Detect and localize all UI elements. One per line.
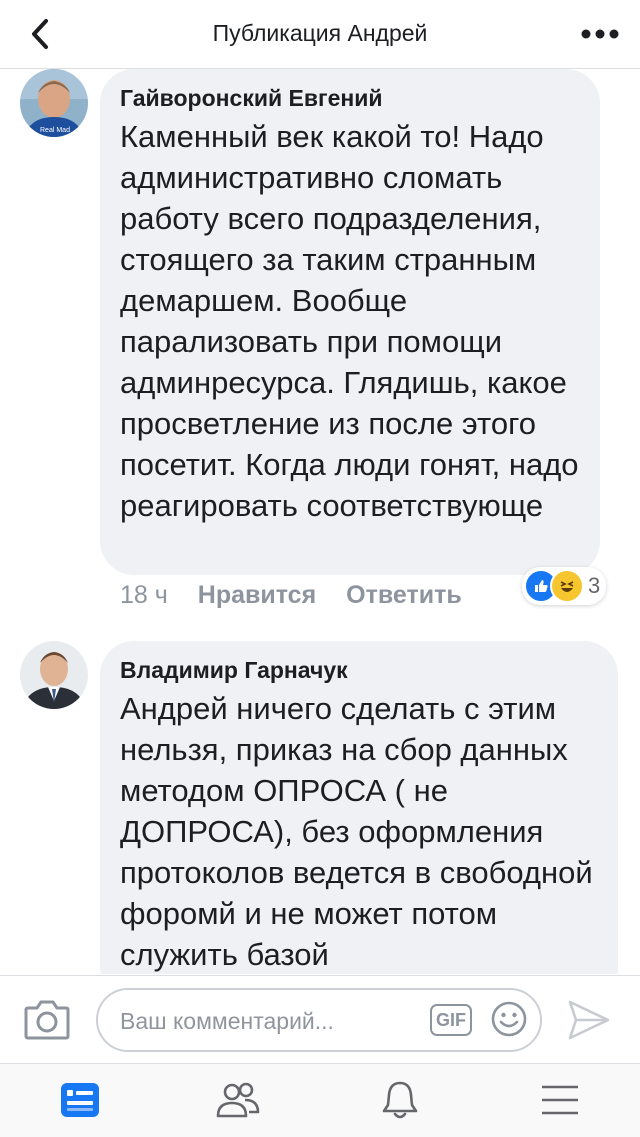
comment-bubble[interactable]: Гайворонский Евгений Каменный век какой … [100, 69, 600, 575]
more-options-button[interactable] [578, 18, 622, 50]
tab-menu[interactable] [536, 1078, 584, 1122]
gif-button[interactable]: GIF [430, 1004, 472, 1036]
like-button[interactable]: Нравится [198, 581, 316, 610]
top-nav-bar: Публикация Андрей [0, 0, 640, 69]
avatar[interactable] [20, 641, 88, 709]
emoji-button[interactable] [490, 1000, 528, 1038]
chevron-left-icon [32, 19, 48, 49]
comment-input[interactable] [118, 1004, 422, 1038]
comment-author[interactable]: Владимир Гарначук [120, 657, 598, 684]
comment-text: Андрей ничего сделать с этим нельзя, при… [120, 691, 593, 972]
reactions-summary[interactable]: 3 [522, 567, 607, 605]
camera-icon [24, 1000, 70, 1040]
page-title: Публикация Андрей [212, 20, 428, 46]
friends-icon [216, 1082, 260, 1118]
tab-friends[interactable] [214, 1078, 262, 1122]
comment-time: 18 ч [120, 581, 168, 609]
comment-author[interactable]: Гайворонский Евгений [120, 85, 580, 112]
reply-button[interactable]: Ответить [346, 581, 462, 610]
avatar[interactable]: Real Mad [20, 69, 88, 137]
camera-button[interactable] [22, 998, 72, 1042]
more-dots-icon [581, 29, 619, 39]
comment-input-box[interactable]: GIF [96, 988, 542, 1052]
tab-feed[interactable] [56, 1078, 104, 1122]
comment-composer: GIF [0, 975, 640, 1064]
reaction-count: 3 [588, 573, 601, 598]
comment-bubble[interactable]: Владимир Гарначук Андрей ничего сделать … [100, 641, 618, 974]
send-button[interactable] [566, 998, 612, 1042]
avatar-caption: Real Mad [40, 127, 70, 134]
menu-icon [542, 1085, 578, 1115]
comment-actions: 18 ч Нравится Ответить [120, 581, 462, 610]
send-icon [568, 1000, 610, 1040]
comments-list: Real Mad Гайворонский Евгений Каменный в… [0, 69, 640, 974]
feed-icon [61, 1083, 99, 1117]
haha-reaction-icon [550, 569, 584, 603]
smiley-icon [491, 1001, 527, 1037]
comment-text: Каменный век какой то! Надо администрати… [120, 119, 579, 523]
bottom-tab-bar [0, 1063, 640, 1137]
tab-notifications[interactable] [376, 1078, 424, 1122]
back-button[interactable] [22, 16, 58, 52]
notifications-icon [382, 1081, 418, 1119]
